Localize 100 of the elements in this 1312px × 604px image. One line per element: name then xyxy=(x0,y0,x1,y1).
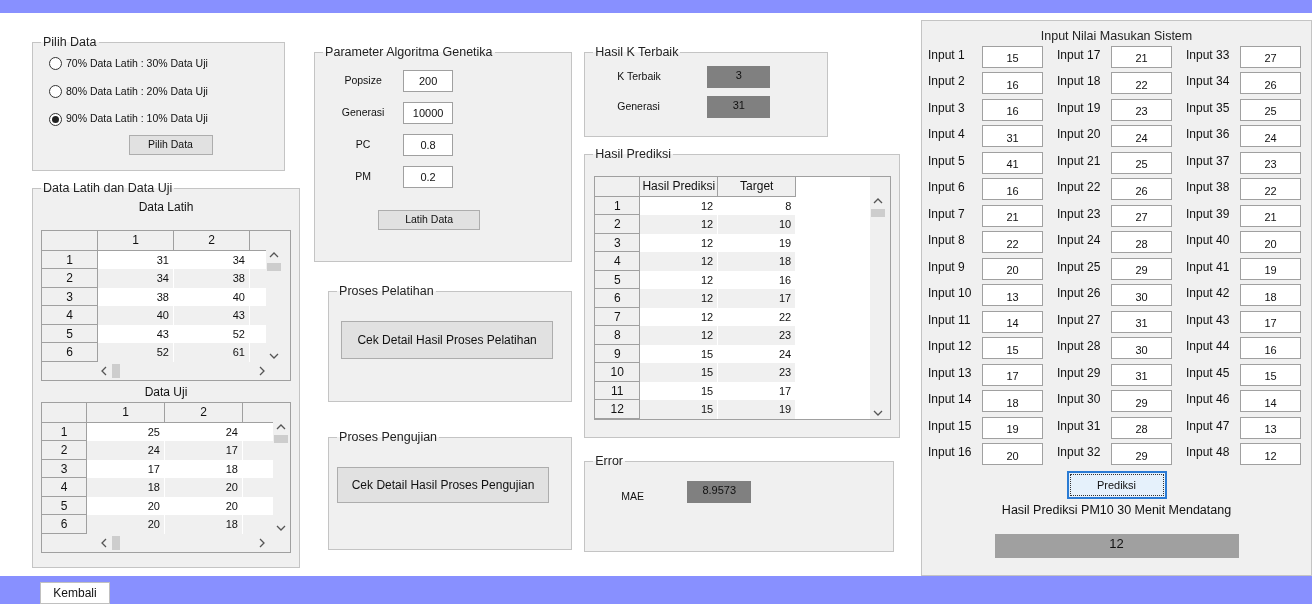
input-field[interactable]: 17 xyxy=(982,363,1043,386)
scroll-thumb[interactable] xyxy=(112,363,120,378)
scroll-down-icon[interactable] xyxy=(276,523,286,532)
input-field[interactable]: 16 xyxy=(982,178,1043,201)
input-field[interactable]: 25 xyxy=(1240,98,1301,121)
scroll-right-icon[interactable] xyxy=(258,365,266,376)
scroll-down-icon[interactable] xyxy=(873,408,884,417)
push-button[interactable]: Cek Detail Hasil Proses Pengujian xyxy=(337,466,550,503)
input-field[interactable]: 10000 xyxy=(403,101,454,124)
input-label: Input 23 xyxy=(1057,205,1102,223)
input-field[interactable]: 31 xyxy=(1111,363,1172,386)
push-button[interactable]: Cek Detail Hasil Proses Pelatihan xyxy=(341,320,554,359)
input-field[interactable]: 20 xyxy=(1240,231,1301,254)
input-field[interactable]: 22 xyxy=(982,231,1043,254)
input-field[interactable]: 24 xyxy=(1111,125,1172,148)
input-field[interactable]: 29 xyxy=(1111,390,1172,413)
input-field[interactable]: 29 xyxy=(1111,443,1172,466)
input-field[interactable]: 19 xyxy=(1240,257,1301,280)
input-label: Input 45 xyxy=(1186,364,1231,382)
input-field[interactable]: 23 xyxy=(1111,98,1172,121)
radio-button[interactable] xyxy=(49,84,62,98)
scroll-left-icon[interactable] xyxy=(100,537,108,548)
input-label: Input 6 xyxy=(928,179,966,197)
input-field[interactable]: 28 xyxy=(1111,416,1172,439)
input-field[interactable]: 26 xyxy=(1111,178,1172,201)
input-field[interactable]: 12 xyxy=(1240,443,1301,466)
input-field[interactable]: 16 xyxy=(1240,337,1301,360)
input-field[interactable]: 25 xyxy=(1111,151,1172,174)
input-field[interactable]: 31 xyxy=(982,125,1043,148)
input-label: Input 41 xyxy=(1186,258,1231,276)
input-field[interactable]: 0.8 xyxy=(403,133,454,156)
radio-label[interactable]: 80% Data Latih : 20% Data Uji xyxy=(66,83,208,100)
input-label: Input 9 xyxy=(928,258,966,276)
radio-button[interactable] xyxy=(49,57,62,71)
input-label: Input 17 xyxy=(1057,46,1102,64)
input-field[interactable]: 17 xyxy=(1240,310,1301,333)
scroll-thumb[interactable] xyxy=(871,208,886,217)
input-field[interactable]: 21 xyxy=(982,204,1043,227)
column-header: 1 xyxy=(87,402,165,423)
input-field[interactable]: 200 xyxy=(403,69,454,92)
scroll-down-icon[interactable] xyxy=(269,351,279,360)
input-field[interactable]: 15 xyxy=(982,337,1043,360)
push-button[interactable]: Pilih Data xyxy=(128,135,213,155)
push-button[interactable]: Latih Data xyxy=(378,209,481,230)
input-field[interactable]: 22 xyxy=(1111,72,1172,95)
input-field[interactable]: 21 xyxy=(1111,45,1172,68)
input-label: Input 33 xyxy=(1186,46,1231,64)
radio-label[interactable]: 90% Data Latih : 10% Data Uji xyxy=(66,111,208,127)
scroll-thumb[interactable] xyxy=(267,262,281,271)
input-field[interactable]: 13 xyxy=(1240,416,1301,439)
input-field[interactable]: 41 xyxy=(982,151,1043,174)
input-field[interactable]: 22 xyxy=(1240,178,1301,201)
push-button[interactable]: Kembali xyxy=(40,582,110,604)
field-label: PM xyxy=(354,168,372,184)
scroll-right-icon[interactable] xyxy=(258,537,266,548)
input-field[interactable]: 14 xyxy=(982,310,1043,333)
input-label: Input 25 xyxy=(1057,258,1102,276)
input-label: Input 46 xyxy=(1186,391,1231,409)
scroll-thumb[interactable] xyxy=(274,434,288,443)
input-field[interactable]: 21 xyxy=(1240,204,1301,227)
input-field[interactable]: 31 xyxy=(1111,310,1172,333)
input-field[interactable]: 18 xyxy=(982,390,1043,413)
input-label: Input 27 xyxy=(1057,311,1102,329)
input-field[interactable]: 15 xyxy=(1240,363,1301,386)
input-field[interactable]: 20 xyxy=(982,443,1043,466)
predict-button[interactable]: Prediksi xyxy=(1066,471,1167,500)
scroll-up-icon[interactable] xyxy=(873,196,884,205)
panel-title: Error xyxy=(594,453,625,470)
radio-label[interactable]: 70% Data Latih : 30% Data Uji xyxy=(66,55,208,72)
input-field[interactable]: 26 xyxy=(1240,72,1301,95)
input-field[interactable]: 16 xyxy=(982,72,1043,95)
input-field[interactable]: 19 xyxy=(982,416,1043,439)
input-label: Input 36 xyxy=(1186,126,1231,144)
radio-button[interactable] xyxy=(49,112,62,126)
input-field[interactable]: 15 xyxy=(982,45,1043,68)
scroll-up-icon[interactable] xyxy=(276,422,286,431)
input-label: Input 29 xyxy=(1057,364,1102,382)
input-label: Input 28 xyxy=(1057,338,1102,356)
input-field[interactable]: 27 xyxy=(1111,204,1172,227)
panel-title: Parameter Algoritma Genetika xyxy=(324,44,494,61)
scroll-up-icon[interactable] xyxy=(269,250,279,259)
input-label: Input 14 xyxy=(928,391,973,409)
input-field[interactable]: 29 xyxy=(1111,257,1172,280)
input-field[interactable]: 30 xyxy=(1111,284,1172,307)
input-field[interactable]: 20 xyxy=(982,257,1043,280)
input-field[interactable]: 13 xyxy=(982,284,1043,307)
input-field[interactable]: 0.2 xyxy=(403,165,454,188)
scroll-thumb[interactable] xyxy=(112,535,120,550)
input-label: Input 21 xyxy=(1057,152,1102,170)
input-field[interactable]: 16 xyxy=(982,98,1043,121)
scroll-left-icon[interactable] xyxy=(100,365,108,376)
input-field[interactable]: 27 xyxy=(1240,45,1301,68)
input-field[interactable]: 18 xyxy=(1240,284,1301,307)
input-label: Input 30 xyxy=(1057,391,1102,409)
input-field[interactable]: 28 xyxy=(1111,231,1172,254)
input-field[interactable]: 24 xyxy=(1240,125,1301,148)
input-label: Input 5 xyxy=(928,152,966,170)
input-field[interactable]: 23 xyxy=(1240,151,1301,174)
input-field[interactable]: 14 xyxy=(1240,390,1301,413)
input-field[interactable]: 30 xyxy=(1111,337,1172,360)
